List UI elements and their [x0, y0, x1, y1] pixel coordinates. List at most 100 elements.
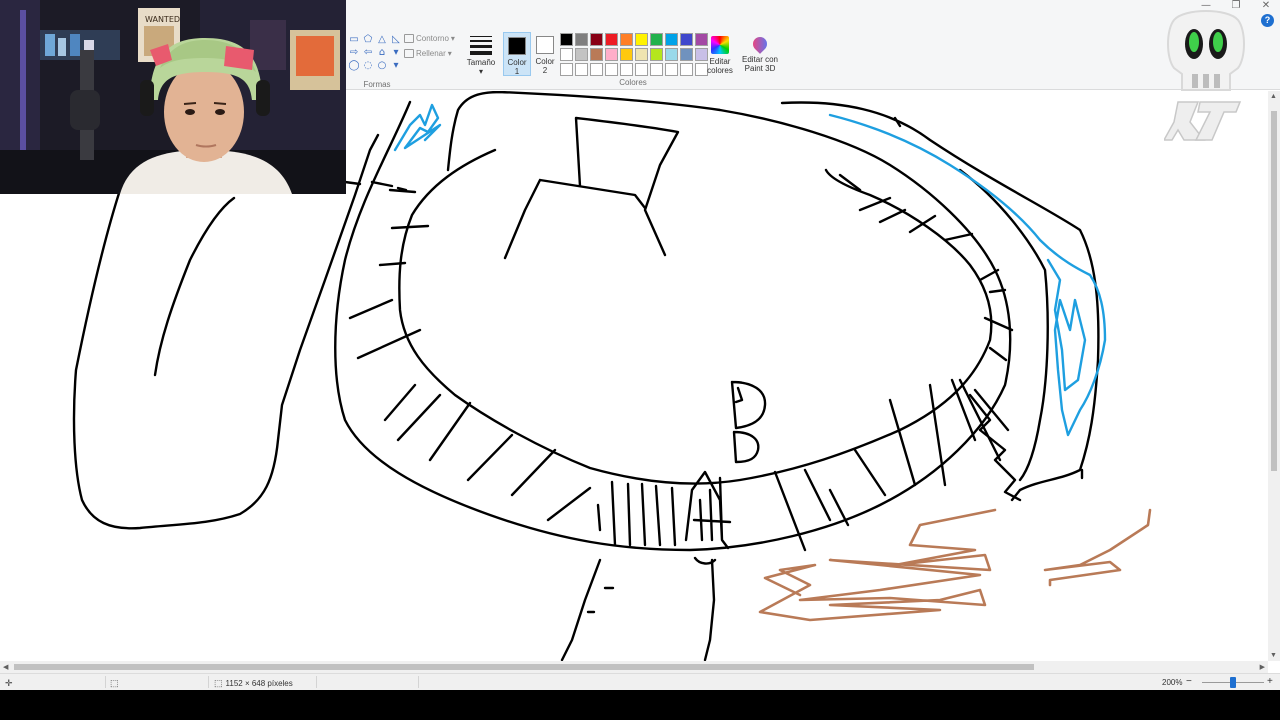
color-spectrum-icon — [711, 36, 729, 54]
color1-label-line2: 1 — [514, 67, 520, 76]
edit-colors-button[interactable]: Editar colores — [706, 32, 734, 75]
palette-swatch[interactable] — [620, 63, 633, 76]
cursor-position: ✛ — [5, 678, 13, 689]
stroke-road — [560, 556, 717, 661]
palette-swatch[interactable] — [605, 33, 618, 46]
palette-swatch[interactable] — [560, 63, 573, 76]
palette-swatch[interactable] — [575, 48, 588, 61]
image-size-icon: ⬚ — [214, 678, 223, 688]
palette-swatch[interactable] — [665, 63, 678, 76]
palette-swatch[interactable] — [575, 63, 588, 76]
palette-swatch[interactable] — [590, 33, 603, 46]
palette-swatch[interactable] — [680, 33, 693, 46]
palette-swatch[interactable] — [620, 33, 633, 46]
color2-swatch — [536, 36, 554, 54]
edit-colors-line2: colores — [707, 66, 733, 75]
zoom-in-button[interactable]: + — [1267, 676, 1273, 687]
vertical-scroll-thumb[interactable] — [1271, 111, 1277, 471]
webcam-scene: WANTED — [0, 0, 346, 194]
palette-swatch[interactable] — [635, 48, 648, 61]
colors-group-label: Colores — [619, 78, 647, 87]
stroke-track-ticks — [348, 173, 1014, 552]
palette-swatch[interactable] — [635, 63, 648, 76]
palette-swatch[interactable] — [605, 63, 618, 76]
shapes-group: ▭ ⬠ △ ◺ ⇨ ⇦ ⌂ ▾ ◯ ◌ ○ ▾ Contorno ▾ Relle… — [346, 30, 458, 90]
stroke-left-inner — [153, 196, 236, 377]
color-palette — [560, 33, 708, 76]
close-button[interactable]: ✕ — [1260, 0, 1272, 11]
shape-arrow-left-icon[interactable]: ⇦ — [362, 47, 374, 59]
status-divider — [208, 676, 209, 688]
shape-pentagon-icon[interactable]: ⌂ — [376, 47, 388, 59]
palette-swatch[interactable] — [590, 63, 603, 76]
color2-label-line1: Color — [535, 57, 555, 66]
palette-swatch[interactable] — [605, 48, 618, 61]
shape-scroll-icon[interactable]: ▾ — [390, 60, 402, 72]
color2-button[interactable]: Color 2 — [531, 32, 559, 76]
scroll-down-icon[interactable]: ▼ — [1270, 652, 1277, 659]
color1-button[interactable]: Color 1 — [503, 32, 531, 76]
palette-swatch[interactable] — [635, 33, 648, 46]
palette-swatch[interactable] — [560, 48, 573, 61]
palette-swatch[interactable] — [665, 48, 678, 61]
shape-triangle-right-icon[interactable]: ◺ — [390, 34, 402, 46]
selection-icon: ⬚ — [110, 678, 119, 688]
chevron-down-icon: ▾ — [447, 49, 452, 58]
help-button[interactable]: ? — [1261, 14, 1274, 27]
selection-size: ⬚ — [110, 678, 119, 689]
fill-dropdown[interactable]: Rellenar ▾ — [404, 49, 452, 58]
webcam-overlay: WANTED — [0, 0, 346, 194]
shape-heart-icon[interactable]: ○ — [376, 60, 388, 72]
edit-paint3d-button[interactable]: Editar con Paint 3D — [740, 32, 780, 73]
shape-arrow-right-icon[interactable]: ⇨ — [348, 47, 360, 59]
shapes-group-label: Formas — [363, 80, 391, 89]
palette-swatch[interactable] — [665, 33, 678, 46]
palette-swatch[interactable] — [680, 63, 693, 76]
vertical-scrollbar[interactable]: ▲ ▼ — [1268, 91, 1280, 661]
edit-paint3d-line1: Editar con — [741, 55, 779, 64]
color1-swatch — [508, 37, 526, 55]
scroll-right-icon[interactable]: ▶ — [1260, 663, 1265, 671]
image-dimensions: 1152 × 648 píxeles — [225, 679, 293, 688]
palette-swatch[interactable] — [560, 33, 573, 46]
size-button[interactable]: Tamaño ▾ — [466, 32, 496, 77]
shape-cloud-icon[interactable]: ◌ — [362, 60, 374, 72]
palette-swatch[interactable] — [650, 48, 663, 61]
shape-triangle-icon[interactable]: △ — [376, 34, 388, 46]
color2-label-line2: 2 — [542, 66, 548, 75]
palette-swatch[interactable] — [620, 48, 633, 61]
color1-label-line1: Color — [507, 58, 527, 67]
zoom-readout: 200% — [1162, 678, 1183, 687]
shape-polygon-icon[interactable]: ⬠ — [362, 34, 374, 46]
palette-swatch[interactable] — [575, 33, 588, 46]
chevron-down-icon: ▾ — [478, 67, 483, 76]
palette-swatch[interactable] — [590, 48, 603, 61]
status-bar: ✛ ⬚ ⬚ 1152 × 648 píxeles 200% − + — [0, 673, 1280, 690]
outline-icon — [404, 34, 414, 43]
outline-dropdown[interactable]: Contorno ▾ — [404, 34, 455, 43]
line-width-icon — [470, 36, 492, 55]
edit-paint3d-line2: Paint 3D — [744, 64, 776, 73]
horizontal-scrollbar[interactable]: ◀ ▶ — [0, 661, 1268, 673]
skull-watermark-icon — [1164, 10, 1245, 141]
stroke-blue-small — [393, 103, 442, 152]
shape-more-icon[interactable]: ▾ — [390, 47, 402, 59]
horizontal-scroll-thumb[interactable] — [14, 664, 1034, 670]
size-label: Tamaño — [466, 58, 496, 67]
shapes-gallery[interactable]: ▭ ⬠ △ ◺ ⇨ ⇦ ⌂ ▾ ◯ ◌ ○ ▾ — [348, 34, 402, 72]
palette-swatch[interactable] — [650, 63, 663, 76]
poster-text: WANTED — [145, 15, 180, 24]
shape-callout-icon[interactable]: ◯ — [348, 60, 360, 72]
palette-swatch[interactable] — [680, 48, 693, 61]
zoom-slider-thumb[interactable] — [1230, 677, 1236, 688]
shape-rectangle-icon[interactable]: ▭ — [348, 34, 360, 46]
scroll-up-icon[interactable]: ▲ — [1270, 93, 1277, 100]
zoom-out-button[interactable]: − — [1186, 676, 1192, 687]
palette-swatch[interactable] — [650, 33, 663, 46]
status-divider — [316, 676, 317, 688]
stroke-brown-right — [1043, 508, 1152, 587]
stroke-top-dashes — [343, 180, 408, 192]
status-divider — [105, 676, 106, 688]
scroll-left-icon[interactable]: ◀ — [3, 663, 8, 671]
stroke-cup — [503, 116, 680, 260]
